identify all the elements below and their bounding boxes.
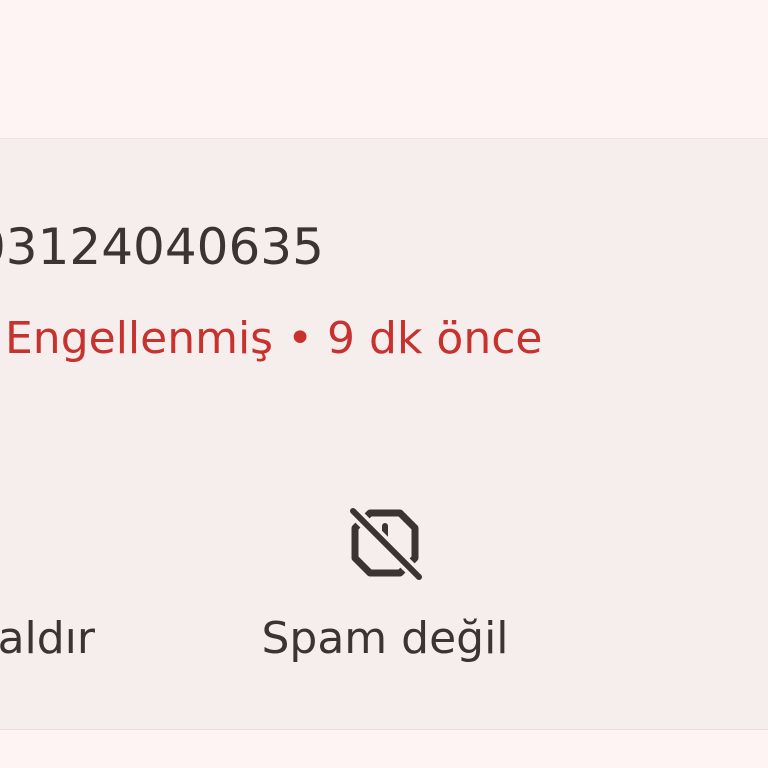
- blocked-status: Engellenmiş • 9 dk önce: [5, 313, 543, 364]
- blocked-call-card: 03124040635 Engellenmiş • 9 dk önce aldı…: [0, 138, 768, 730]
- not-spam-button[interactable]: Spam değil: [230, 493, 540, 683]
- remove-action-label: aldır: [0, 613, 95, 664]
- not-spam-icon: [346, 504, 426, 584]
- phone-number: 03124040635: [0, 218, 324, 276]
- not-spam-label: Spam değil: [261, 613, 509, 664]
- remove-action-button[interactable]: aldır: [0, 493, 110, 683]
- call-history-screen: 03124040635 Engellenmiş • 9 dk önce aldı…: [0, 0, 768, 768]
